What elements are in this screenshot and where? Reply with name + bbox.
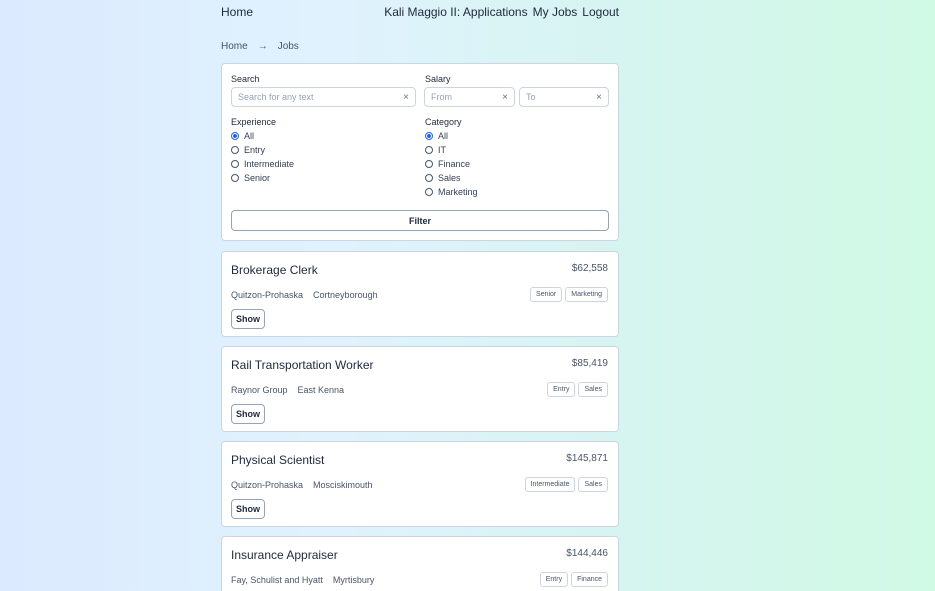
job-company: Raynor Group [231, 385, 288, 395]
job-meta: Fay, Schulist and Hyatt Myrtisbury [231, 575, 374, 585]
category-badge: Sales [578, 477, 608, 492]
job-title: Brokerage Clerk [231, 263, 318, 277]
experience-badge: Entry [547, 382, 576, 397]
job-card: Physical Scientist $145,871 Quitzon-Proh… [221, 441, 619, 527]
breadcrumb: Home → Jobs [221, 41, 299, 52]
experience-option-intermediate[interactable]: Intermediate [231, 159, 294, 169]
search-clear-icon[interactable]: × [403, 92, 409, 103]
job-company: Quitzon-Prohaska [231, 480, 304, 490]
job-tags: Entry Finance [539, 572, 608, 587]
category-badge: Sales [578, 382, 608, 397]
job-card: Rail Transportation Worker $85,419 Rayno… [221, 346, 619, 432]
job-salary: $144,446 [566, 548, 608, 559]
category-option-marketing[interactable]: Marketing [425, 187, 478, 197]
radio-unchecked-icon[interactable] [425, 188, 433, 196]
category-radio-group: All IT Finance Sales Marketing [425, 131, 478, 197]
category-badge: Marketing [565, 287, 608, 302]
show-job-button[interactable]: Show [231, 309, 265, 329]
job-company: Quitzon-Prohaska [231, 290, 304, 300]
job-tags: Intermediate Sales [524, 477, 608, 492]
nav-home-link[interactable]: Home [221, 5, 253, 19]
category-label: Category [425, 117, 462, 127]
show-job-button[interactable]: Show [231, 404, 265, 424]
breadcrumb-current: Jobs [277, 41, 299, 52]
experience-label: Experience [231, 117, 277, 127]
search-input[interactable] [238, 92, 384, 102]
job-tags: Senior Marketing [530, 287, 608, 302]
job-title: Rail Transportation Worker [231, 358, 374, 372]
filter-panel: Search × Salary × × Experience All Entry… [221, 63, 619, 241]
job-salary: $145,871 [566, 453, 608, 464]
breadcrumb-arrow-icon: → [257, 41, 268, 52]
experience-badge: Senior [530, 287, 563, 302]
nav-logout-link[interactable]: Logout [582, 5, 619, 19]
nav-my-jobs-link[interactable]: My Jobs [533, 5, 578, 19]
experience-option-entry[interactable]: Entry [231, 145, 294, 155]
job-card: Brokerage Clerk $62,558 Quitzon-Prohaska… [221, 251, 619, 337]
show-job-button[interactable]: Show [231, 499, 265, 519]
job-title: Insurance Appraiser [231, 548, 338, 562]
job-salary: $85,419 [571, 358, 608, 369]
nav-right-links: Kali Maggio II: Applications My Jobs Log… [384, 5, 619, 19]
job-meta: Quitzon-Prohaska Cortneyborough [231, 290, 378, 300]
experience-radio-group: All Entry Intermediate Senior [231, 131, 294, 183]
salary-label: Salary [425, 74, 451, 84]
job-meta: Raynor Group East Kenna [231, 385, 344, 395]
salary-from-clear-icon[interactable]: × [502, 92, 508, 103]
salary-to-input[interactable] [526, 92, 591, 102]
radio-unchecked-icon[interactable] [231, 146, 239, 154]
radio-checked-icon[interactable] [425, 132, 433, 140]
radio-unchecked-icon[interactable] [231, 160, 239, 168]
experience-option-all[interactable]: All [231, 131, 294, 141]
job-location: Cortneyborough [313, 290, 378, 300]
radio-unchecked-icon[interactable] [425, 146, 433, 154]
radio-unchecked-icon[interactable] [231, 174, 239, 182]
job-tags: Entry Sales [547, 382, 608, 397]
job-location: Myrtisbury [332, 575, 375, 585]
job-meta: Quitzon-Prohaska Mosciskimouth [231, 480, 373, 490]
category-option-sales[interactable]: Sales [425, 173, 478, 183]
top-navbar: Home Kali Maggio II: Applications My Job… [0, 0, 935, 24]
category-option-finance[interactable]: Finance [425, 159, 478, 169]
salary-from-field: × [424, 87, 515, 107]
job-card: Insurance Appraiser $144,446 Fay, Schuli… [221, 536, 619, 591]
search-field: × [231, 87, 416, 107]
category-badge: Finance [571, 572, 608, 587]
salary-to-field: × [519, 87, 609, 107]
radio-unchecked-icon[interactable] [425, 174, 433, 182]
job-title: Physical Scientist [231, 453, 325, 467]
breadcrumb-home-link[interactable]: Home [221, 41, 248, 52]
experience-badge: Intermediate [524, 477, 576, 492]
category-option-it[interactable]: IT [425, 145, 478, 155]
job-company: Fay, Schulist and Hyatt [231, 575, 323, 585]
experience-badge: Entry [539, 572, 569, 587]
job-location: Mosciskimouth [313, 480, 373, 490]
radio-checked-icon[interactable] [231, 132, 239, 140]
search-label: Search [231, 74, 260, 84]
experience-option-senior[interactable]: Senior [231, 173, 294, 183]
radio-unchecked-icon[interactable] [425, 160, 433, 168]
salary-from-input[interactable] [431, 92, 497, 102]
salary-to-clear-icon[interactable]: × [596, 92, 602, 103]
job-location: East Kenna [297, 385, 345, 395]
job-salary: $62,558 [571, 263, 608, 274]
nav-applications-link[interactable]: Kali Maggio II: Applications [384, 5, 527, 19]
filter-button[interactable]: Filter [231, 210, 609, 231]
category-option-all[interactable]: All [425, 131, 478, 141]
